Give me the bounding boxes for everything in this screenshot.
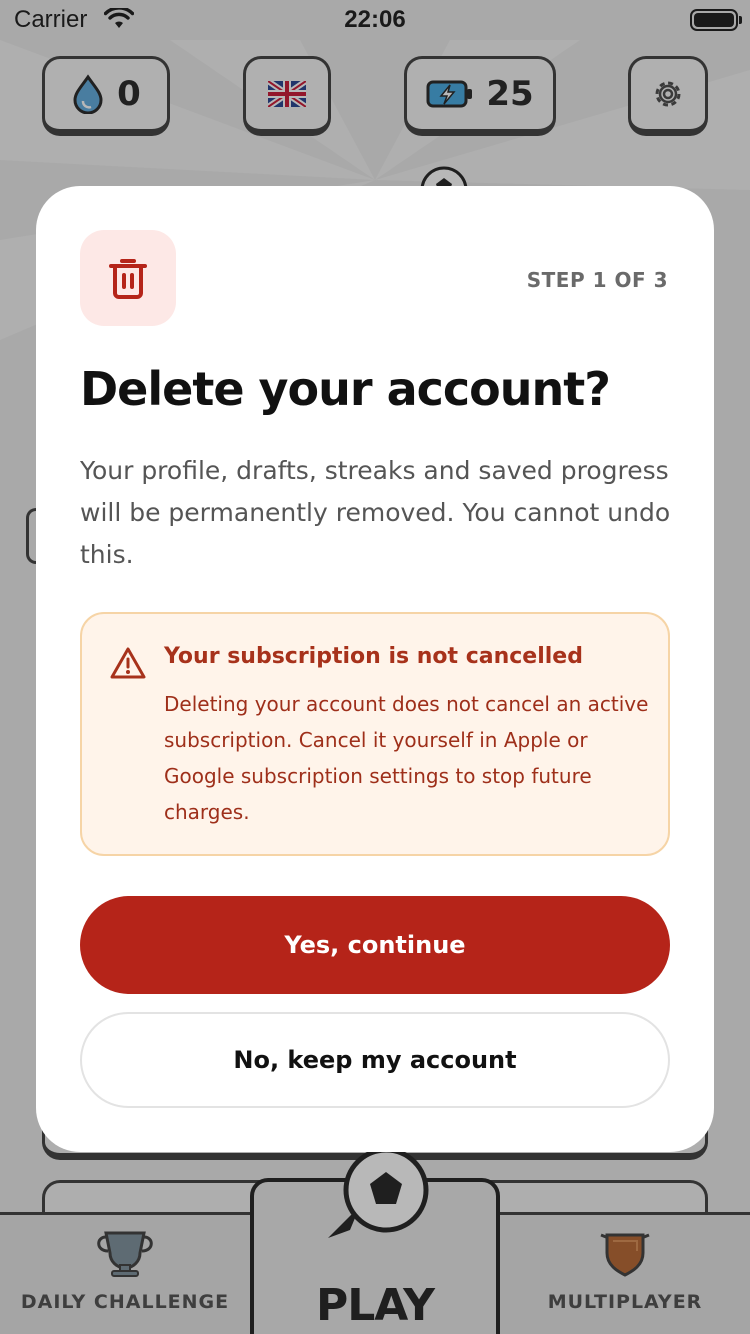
keep-account-button[interactable]: No, keep my account — [80, 1012, 670, 1108]
trash-icon — [109, 259, 147, 299]
app-screen: Carrier 22:06 0 25 DAILY CHALLENGE MULTI… — [0, 0, 750, 1334]
warning-title: Your subscription is not cancelled — [164, 644, 583, 669]
battery-icon — [690, 9, 742, 31]
warning-body: Deleting your account does not cancel an… — [164, 692, 649, 824]
dialog-description: Your profile, drafts, streaks and saved … — [80, 456, 671, 569]
status-bar: Carrier 22:06 — [0, 0, 750, 40]
subscription-warning: Your subscription is not cancelled Delet… — [80, 612, 670, 856]
dialog-title: Delete your account? — [80, 362, 611, 416]
warning-icon — [110, 647, 146, 679]
confirm-delete-button[interactable]: Yes, continue — [80, 896, 670, 994]
step-indicator: STEP 1 OF 3 — [526, 268, 668, 292]
clock: 22:06 — [344, 6, 406, 33]
delete-account-dialog: STEP 1 OF 3 Delete your account? Your pr… — [36, 186, 714, 1152]
trash-icon-badge — [80, 230, 176, 326]
